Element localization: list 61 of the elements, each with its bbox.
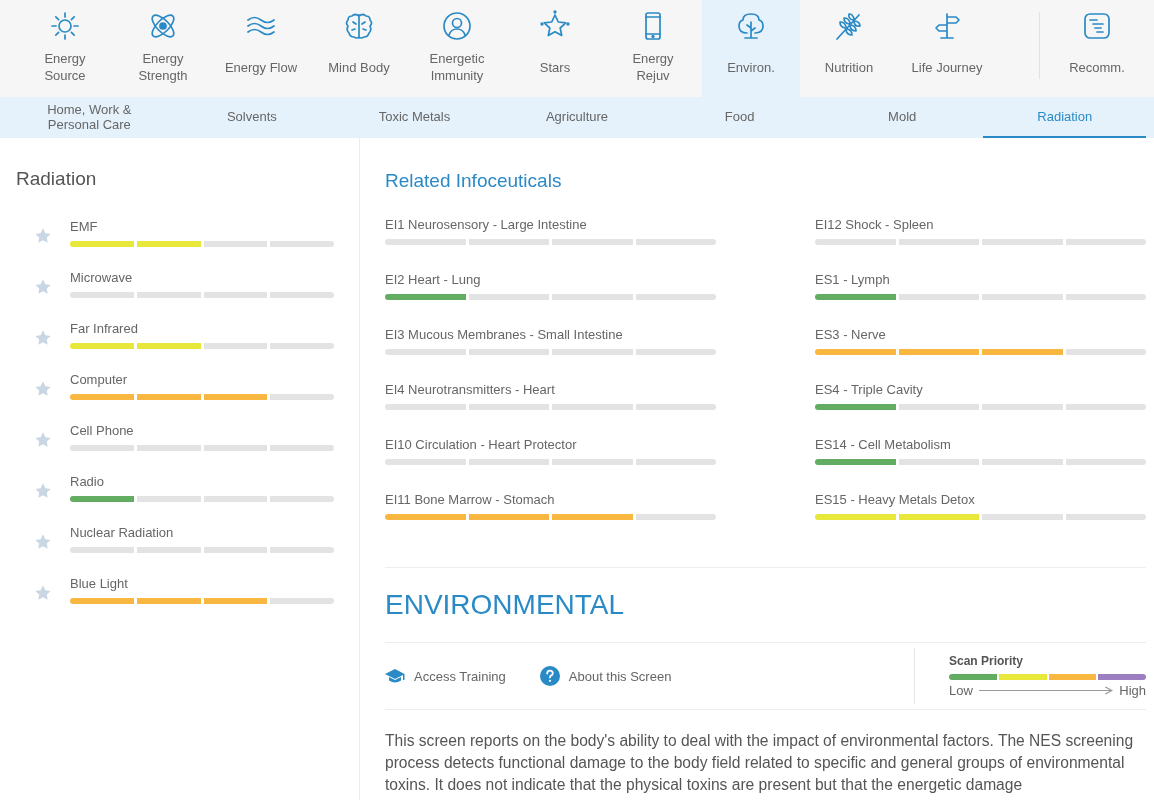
factor-label: Computer <box>70 371 129 388</box>
category-tab[interactable]: Mold <box>820 97 984 138</box>
category-tab[interactable]: Agriculture <box>495 97 659 138</box>
nav-tab[interactable]: Energy Flow <box>212 0 310 97</box>
category-tab[interactable]: Solvents <box>170 97 334 138</box>
nav-tab[interactable]: Stars <box>506 0 604 97</box>
factor-label: Far Infrared <box>70 320 139 337</box>
star-icon[interactable] <box>34 226 52 245</box>
factor-label: Nuclear Radiation <box>70 524 175 541</box>
factor-label: EMF <box>70 218 99 235</box>
help-icon <box>539 666 560 686</box>
star-icon[interactable] <box>34 430 52 449</box>
scan-priority-title: Scan Priority <box>949 654 1025 668</box>
panel-title: Radiation <box>16 167 98 191</box>
category-tab[interactable]: Toxic Metals <box>333 97 496 138</box>
legend-label: Low <box>949 683 973 698</box>
legend-label: High <box>1119 683 1146 698</box>
nav-tab[interactable]: Recomm. <box>1040 0 1154 97</box>
nav-tab[interactable]: Energy Rejuv <box>604 0 702 97</box>
infoceutical-label: EI11 Bone Marrow - Stomach <box>385 492 556 508</box>
infoceutical-label: ES14 - Cell Metabolism <box>815 437 952 453</box>
factor-label: Cell Phone <box>70 422 135 439</box>
tree-icon <box>735 10 767 42</box>
star-icon[interactable] <box>34 481 52 500</box>
page-title: ENVIRONMENTAL <box>385 588 626 622</box>
infoceutical-label: ES15 - Heavy Metals Detox <box>815 492 976 508</box>
infoceutical-label: EI3 Mucous Membranes - Small Intestine <box>385 327 624 343</box>
infoceutical-label: ES1 - Lymph <box>815 272 891 288</box>
nav-tab[interactable]: Life Journey <box>898 0 996 97</box>
star-icon[interactable] <box>34 379 52 398</box>
factor-label: Microwave <box>70 269 134 286</box>
star-icon[interactable] <box>34 583 52 602</box>
nav-tab[interactable]: Mind Body <box>310 0 408 97</box>
list-icon <box>1081 10 1113 42</box>
infoceutical-label: EI1 Neurosensory - Large Intestine <box>385 217 588 233</box>
infoceutical-label: EI4 Neurotransmitters - Heart <box>385 382 556 398</box>
nav-tab[interactable]: Energy Strength <box>114 0 212 97</box>
infoceutical-label: EI10 Circulation - Heart Protector <box>385 437 578 453</box>
nav-tab[interactable]: Nutrition <box>800 0 898 97</box>
infoceutical-label: EI12 Shock - Spleen <box>815 217 935 233</box>
person-icon <box>441 10 473 42</box>
factor-label: Radio <box>70 473 105 490</box>
star-icon[interactable] <box>34 277 52 296</box>
category-tab[interactable]: Food <box>658 97 821 138</box>
star-icon[interactable] <box>34 532 52 551</box>
star-icon[interactable] <box>34 328 52 347</box>
toolbar-link[interactable]: Access Training <box>385 666 506 686</box>
nav-tab[interactable]: Energy Source <box>16 0 114 97</box>
nav-tab[interactable]: Energetic Immunity <box>408 0 506 97</box>
infoceutical-label: EI2 Heart - Lung <box>385 272 482 288</box>
category-tab[interactable]: Home, Work & Personal Care <box>8 97 171 138</box>
infoceutical-label: ES4 - Triple Cavity <box>815 382 924 398</box>
section-heading: Related Infoceuticals <box>385 169 563 193</box>
arrow-icon <box>978 686 1114 695</box>
nav-tab[interactable]: Environ. <box>702 0 800 97</box>
toolbar-link[interactable]: About this Screen <box>539 666 672 686</box>
factor-label: Blue Light <box>70 575 129 592</box>
description-text: This screen reports on the body's ability to deal with the impact of environmental factors. The NES screening process detects functional damage to the body field related to specific and general groups of environmental toxins. It does not indicate that the physical toxins are present but that the energetic damage <box>385 731 1135 795</box>
sun-icon <box>49 10 81 42</box>
infoceutical-label: ES3 - Nerve <box>815 327 887 343</box>
category-tab[interactable]: Radiation <box>983 97 1147 138</box>
